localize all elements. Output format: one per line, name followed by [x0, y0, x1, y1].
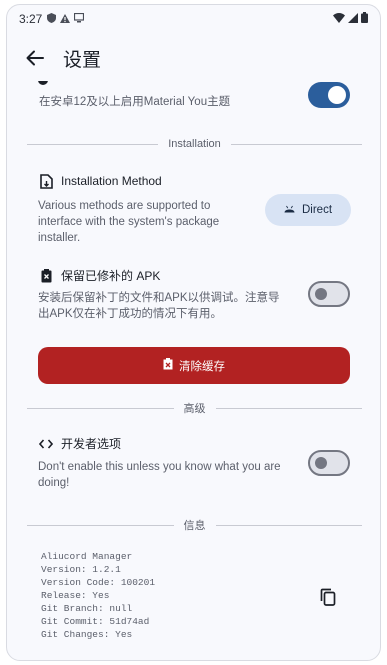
installation-divider: Installation — [27, 137, 362, 151]
keep-apk-description: 安装后保留补丁的文件和APK以供调试。注意导出APK仅在补丁成功的情况下有用。 — [38, 292, 280, 320]
keep-apk-title-row: 保留已修补的 APK — [39, 267, 160, 284]
developer-options-toggle[interactable] — [308, 450, 350, 476]
status-bar: 3:27 — [7, 5, 380, 33]
info-divider: 信息 — [27, 518, 362, 532]
toggle-knob — [315, 288, 327, 300]
page-title: 设置 — [63, 49, 102, 71]
developer-options-description: Don't enable this unless you know what y… — [38, 461, 281, 489]
material-you-subtitle: 在安卓12及以上启用Material You主题 — [39, 96, 231, 108]
material-you-toggle[interactable] — [308, 82, 350, 108]
trash-icon — [163, 358, 173, 373]
status-time: 3:27 — [19, 12, 43, 26]
screen-icon — [74, 12, 85, 26]
toggle-knob — [315, 457, 327, 469]
clear-cache-label: 清除缓存 — [179, 360, 225, 373]
installation-method-title: Installation Method — [61, 174, 162, 188]
wifi-icon — [333, 12, 345, 26]
divider-line — [230, 143, 362, 145]
installation-method-chip[interactable]: Direct — [265, 194, 351, 226]
advanced-divider: 高级 — [27, 401, 362, 415]
apk-file-icon — [39, 268, 53, 283]
divider-line — [215, 524, 362, 526]
developer-options-title: 开发者选项 — [61, 437, 122, 451]
info-line: Git Commit: 51d74ad — [41, 616, 150, 627]
installation-method-chip-label: Direct — [301, 204, 333, 216]
info-line: Git Changes: Yes — [41, 629, 133, 640]
phone-screen: 3:27 设置 在安卓12及以上启用Material You主题 Install… — [6, 4, 381, 661]
info-line: Version Code: 100201 — [41, 577, 156, 588]
palette-icon — [37, 81, 49, 91]
info-line: Git Branch: null — [41, 603, 133, 614]
installation-method-description: Various methods are supported to interfa… — [38, 200, 220, 244]
copy-icon[interactable] — [317, 586, 339, 608]
keep-apk-title: 保留已修补的 APK — [61, 269, 161, 283]
warning-icon — [60, 12, 71, 26]
keep-apk-toggle[interactable] — [308, 281, 350, 307]
clear-cache-button[interactable]: 清除缓存 — [38, 347, 350, 384]
status-icons-right — [333, 12, 368, 26]
toggle-knob — [328, 86, 346, 104]
install-file-icon — [39, 173, 53, 189]
status-icons-left — [47, 12, 85, 26]
divider-line — [27, 524, 174, 526]
code-icon — [39, 437, 53, 451]
divider-line — [27, 143, 159, 145]
android-icon — [284, 204, 295, 216]
signal-icon — [348, 12, 358, 26]
info-line: Release: Yes — [41, 590, 110, 601]
developer-options-title-row: 开发者选项 — [39, 435, 121, 452]
app-info-block: Aliucord Manager Version: 1.2.1 Version … — [41, 550, 155, 641]
back-arrow-icon[interactable] — [23, 46, 47, 70]
divider-line — [27, 407, 174, 409]
battery-icon — [361, 12, 368, 26]
divider-line — [215, 407, 362, 409]
settings-scroll-content[interactable]: 在安卓12及以上启用Material You主题 Installation In… — [7, 81, 380, 660]
installation-section-label: Installation — [168, 138, 221, 150]
info-line: Aliucord Manager — [41, 551, 133, 562]
installation-method-title-row: Installation Method — [39, 173, 162, 189]
shield-icon — [47, 12, 57, 26]
app-bar: 设置 — [7, 35, 380, 81]
info-section-label: 信息 — [183, 520, 206, 532]
info-line: Version: 1.2.1 — [41, 564, 121, 575]
advanced-section-label: 高级 — [183, 403, 206, 415]
